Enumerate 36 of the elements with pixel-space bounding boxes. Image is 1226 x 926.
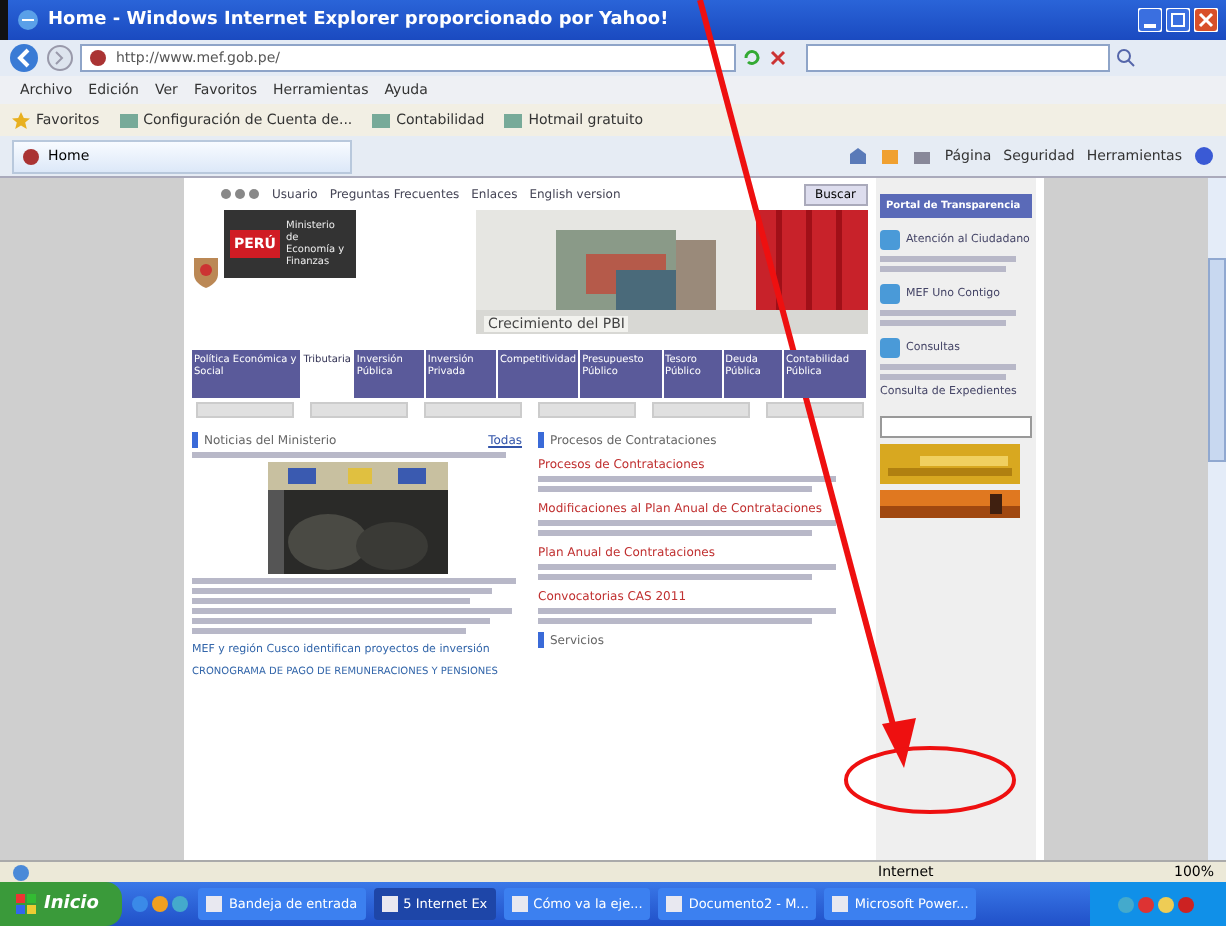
search-field[interactable]: [806, 44, 1110, 72]
feeds-icon[interactable]: [880, 146, 901, 166]
back-icon[interactable]: [8, 42, 40, 74]
globe-icon: [12, 863, 30, 881]
site-icon: [22, 147, 40, 165]
window-icon: [511, 896, 528, 912]
windows-logo-icon: [16, 894, 36, 914]
home-icon[interactable]: [848, 146, 869, 166]
page-icon: [504, 111, 523, 129]
print-icon[interactable]: [912, 146, 933, 166]
star-icon: [12, 111, 30, 129]
page-icon: [372, 111, 391, 129]
scrollbar[interactable]: [1208, 178, 1226, 860]
help-icon[interactable]: [1194, 146, 1214, 166]
site-icon: [88, 48, 108, 68]
window-icon: [381, 896, 398, 912]
search-field[interactable]: [880, 416, 1032, 438]
window-icon: [832, 896, 849, 912]
start-button[interactable]: Inicio: [0, 882, 123, 926]
subnav-button[interactable]: [766, 401, 864, 417]
tray-icons[interactable]: [1118, 895, 1198, 913]
stop-icon[interactable]: [768, 48, 788, 68]
refresh-icon[interactable]: [742, 48, 762, 68]
close-icon[interactable]: [1194, 8, 1218, 32]
minimize-icon[interactable]: [1138, 8, 1162, 32]
window-title: Home - Windows Internet Explorer proporcionado por Yahoo!: [48, 10, 669, 30]
coat-of-arms-icon: [192, 254, 220, 290]
accessibility-icons[interactable]: [220, 188, 260, 200]
forward-icon[interactable]: [46, 44, 74, 72]
search-icon[interactable]: [1116, 48, 1136, 68]
window-icon: [666, 896, 683, 912]
browser-icon: [16, 8, 40, 32]
quick-launch-icons[interactable]: [130, 894, 191, 914]
window-icon: [206, 896, 223, 912]
page-icon: [119, 111, 138, 129]
restore-icon[interactable]: [1166, 8, 1190, 32]
